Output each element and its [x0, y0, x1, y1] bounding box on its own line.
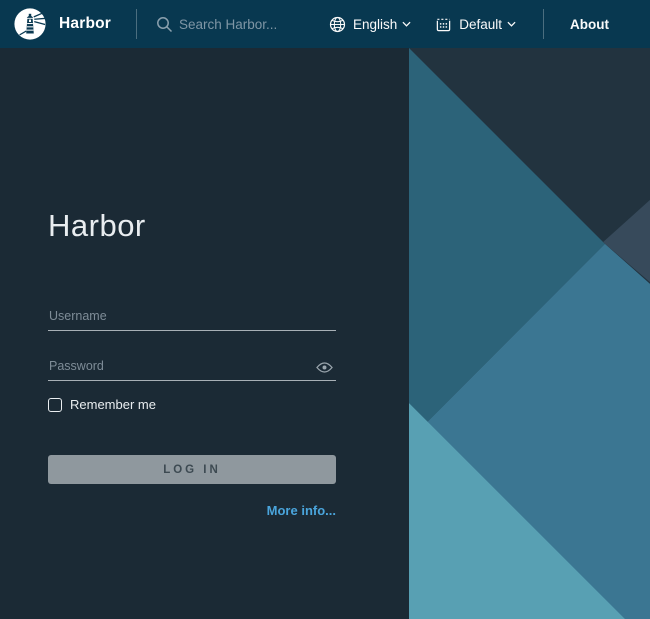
harbor-lighthouse-icon: [13, 7, 47, 41]
chevron-down-icon: [402, 21, 411, 27]
username-field-wrap: [48, 304, 336, 331]
chevron-down-icon: [507, 21, 516, 27]
login-form: Harbor Remember me LOG IN More info...: [48, 48, 336, 619]
more-info-link[interactable]: More info...: [267, 503, 336, 518]
theme-grid-icon: [435, 16, 452, 33]
theme-selector[interactable]: Default: [435, 16, 516, 33]
page-title: Harbor: [48, 208, 146, 244]
background-artwork: [409, 48, 650, 619]
theme-label: Default: [459, 17, 502, 32]
remember-me-row[interactable]: Remember me: [48, 397, 156, 412]
log-in-button[interactable]: LOG IN: [48, 455, 336, 484]
search-section: [156, 16, 329, 33]
language-label: English: [353, 17, 397, 32]
brand-section[interactable]: Harbor: [0, 0, 136, 48]
remember-me-checkbox[interactable]: [48, 398, 62, 412]
login-page: Harbor Remember me LOG IN More info...: [0, 48, 650, 619]
brand-title: Harbor: [59, 15, 111, 33]
navbar-divider: [543, 9, 544, 39]
username-input[interactable]: [48, 304, 336, 331]
navbar-right-group: English Default About: [329, 9, 650, 39]
password-field-wrap: [48, 354, 336, 381]
globe-icon: [329, 16, 346, 33]
language-selector[interactable]: English: [329, 16, 411, 33]
eye-icon[interactable]: [316, 361, 333, 374]
search-icon: [156, 16, 173, 33]
search-input[interactable]: [179, 17, 329, 32]
about-link[interactable]: About: [570, 17, 609, 32]
top-navbar: Harbor English: [0, 0, 650, 48]
navbar-divider: [136, 9, 137, 39]
password-input[interactable]: [48, 354, 336, 381]
remember-me-label: Remember me: [70, 397, 156, 412]
